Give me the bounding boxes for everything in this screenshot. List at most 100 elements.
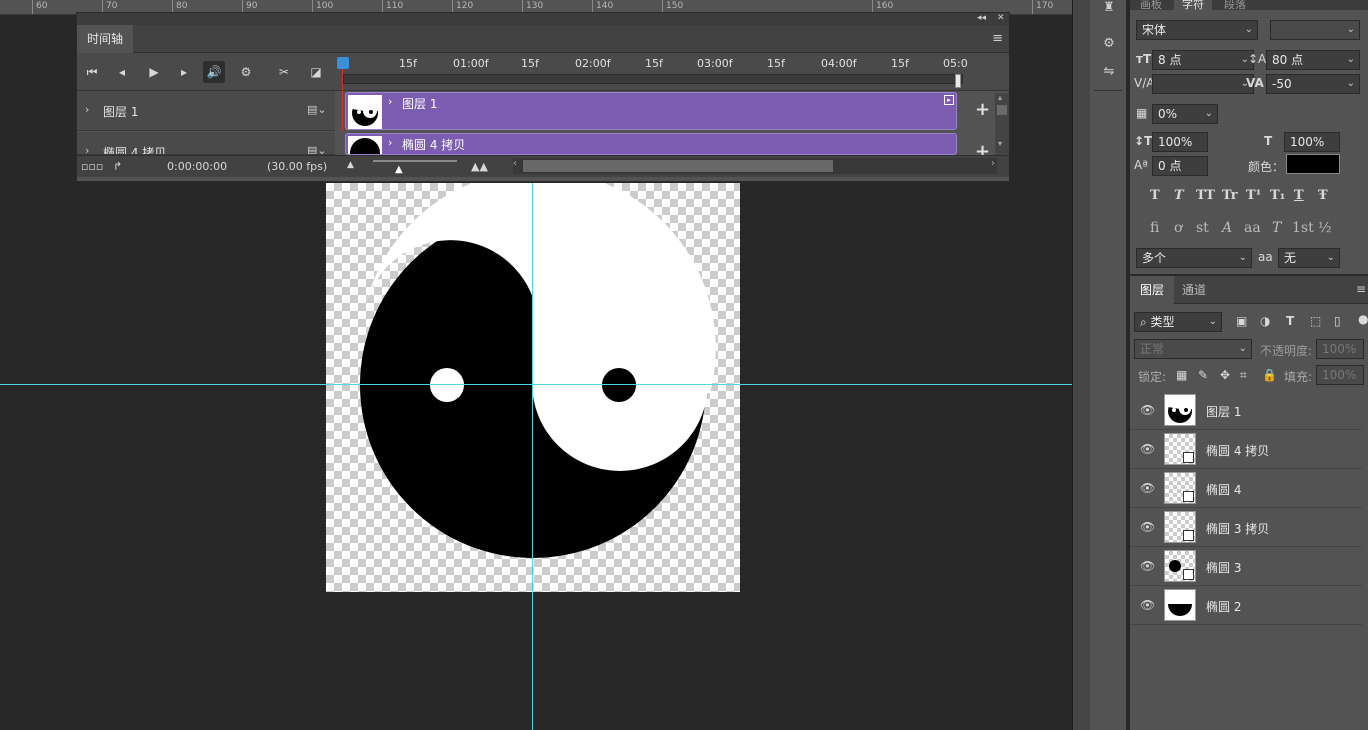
faux-bold-button[interactable]: T: [1150, 188, 1160, 203]
text-color-swatch[interactable]: [1286, 154, 1340, 174]
go-to-first-frame-icon[interactable]: ⏮: [81, 61, 103, 83]
font-size-field[interactable]: 8 点 ⌄: [1152, 50, 1254, 70]
transition-icon[interactable]: ◪: [305, 61, 327, 83]
horizontal-guide[interactable]: [0, 384, 1072, 385]
work-area-bar[interactable]: [343, 74, 963, 84]
film-icon[interactable]: ▤⌄: [307, 144, 327, 154]
frame-animation-icon[interactable]: ▫▫▫: [81, 160, 103, 173]
strikethrough-button[interactable]: Ŧ: [1318, 188, 1328, 203]
chevron-right-icon[interactable]: ›: [85, 103, 89, 116]
image-filter-icon[interactable]: ▣: [1236, 314, 1247, 328]
chevron-right-icon[interactable]: ›: [85, 144, 89, 154]
timeline-horizontal-scrollbar[interactable]: ‹ ›: [513, 158, 997, 174]
layer-row[interactable]: 👁 图层 1: [1130, 391, 1362, 430]
eye-icon[interactable]: 👁: [1140, 559, 1155, 573]
all-caps-button[interactable]: TT: [1196, 188, 1215, 203]
scissors-icon[interactable]: ✂: [273, 61, 295, 83]
eye-icon[interactable]: 👁: [1140, 598, 1155, 612]
add-media-icon[interactable]: +: [975, 99, 990, 120]
zoom-slider[interactable]: [373, 160, 457, 162]
menu-icon[interactable]: ≡: [1356, 282, 1366, 296]
stylistic-alternates-button[interactable]: aa: [1244, 220, 1261, 236]
zoom-in-icon[interactable]: ▲▲: [471, 160, 488, 173]
zoom-out-icon[interactable]: ▲: [347, 160, 354, 170]
menu-icon[interactable]: ≡: [992, 31, 1003, 46]
antialias-select[interactable]: 无 ⌄: [1278, 248, 1340, 268]
font-style-select[interactable]: ⌄: [1270, 20, 1360, 40]
lock-position-icon[interactable]: ✥: [1220, 368, 1230, 382]
smart-object-filter-icon[interactable]: ▯: [1334, 314, 1341, 328]
baseline-shift-field[interactable]: 0 点: [1152, 156, 1208, 176]
lock-transparency-icon[interactable]: ▦: [1176, 368, 1187, 382]
adjustments-icon[interactable]: ⚙: [1098, 36, 1120, 56]
timeline-panel-titlebar[interactable]: ◂◂ ✕: [77, 13, 1009, 25]
playhead-handle[interactable]: [337, 57, 349, 69]
timeline-clip[interactable]: › 图层 1 ▸: [345, 92, 957, 130]
type-filter-icon[interactable]: T: [1286, 314, 1294, 328]
clip-options-icon[interactable]: ▸: [944, 95, 954, 105]
tab-layers[interactable]: 图层: [1130, 276, 1175, 304]
previous-frame-icon[interactable]: ◂: [111, 61, 133, 83]
adjustment-filter-icon[interactable]: ◑: [1260, 314, 1270, 328]
opacity-field[interactable]: 100%: [1316, 339, 1364, 359]
shape-filter-icon[interactable]: ⬚: [1310, 314, 1321, 328]
vertical-scale-field[interactable]: 100%: [1152, 132, 1208, 152]
zoom-slider-thumb[interactable]: ▲: [395, 164, 403, 175]
layer-row[interactable]: 👁 椭圆 3 拷贝: [1130, 508, 1362, 547]
layer-row[interactable]: 👁 椭圆 2: [1130, 586, 1362, 625]
tab-artboard[interactable]: 画板: [1140, 0, 1162, 12]
eye-icon[interactable]: 👁: [1140, 481, 1155, 495]
underline-button[interactable]: T: [1294, 188, 1304, 203]
leading-field[interactable]: 80 点 ⌄: [1266, 50, 1360, 70]
ordinals-button[interactable]: 1st: [1292, 220, 1314, 236]
chevron-right-icon[interactable]: ›: [388, 136, 392, 149]
fill-field[interactable]: 100%: [1316, 365, 1364, 385]
next-frame-icon[interactable]: ▸: [173, 61, 195, 83]
superscript-button[interactable]: T¹: [1246, 188, 1261, 203]
language-select[interactable]: 多个 ⌄: [1136, 248, 1252, 268]
timeline-ruler[interactable]: 15f 01:00f 15f 02:00f 15f 03:00f 15f 04:…: [335, 53, 1009, 131]
swash-button[interactable]: A: [1222, 220, 1232, 236]
layer-row[interactable]: 👁 椭圆 4 拷贝: [1130, 430, 1362, 469]
tab-character[interactable]: 字符: [1174, 0, 1212, 12]
tab-channels[interactable]: 通道: [1172, 276, 1216, 304]
font-family-select[interactable]: 宋体 ⌄: [1136, 20, 1258, 40]
ligatures-button[interactable]: fi: [1150, 220, 1159, 236]
titling-alternates-button[interactable]: T: [1272, 220, 1281, 236]
collapse-icon[interactable]: ◂◂: [977, 13, 986, 23]
tab-timeline[interactable]: 时间轴: [77, 25, 134, 53]
brush-panel-icon[interactable]: ♜: [1098, 0, 1120, 20]
kerning-field[interactable]: ⌄: [1152, 74, 1254, 94]
eye-icon[interactable]: 👁: [1140, 520, 1155, 534]
timeline-clip[interactable]: › 椭圆 4 拷贝: [345, 133, 957, 155]
discretionary-ligatures-button[interactable]: st: [1196, 220, 1209, 236]
blend-mode-select[interactable]: 正常 ⌄: [1134, 339, 1252, 359]
play-icon[interactable]: ▶: [143, 61, 165, 83]
timeline-vertical-scrollbar[interactable]: ▴ ▾: [995, 93, 1009, 155]
eye-icon[interactable]: 👁: [1140, 403, 1155, 417]
eye-icon[interactable]: 👁: [1140, 442, 1155, 456]
subscript-button[interactable]: T₁: [1270, 188, 1285, 203]
tracking-field[interactable]: -50 ⌄: [1266, 74, 1360, 94]
close-icon[interactable]: ✕: [997, 13, 1005, 23]
filter-toggle-icon[interactable]: ●: [1358, 312, 1368, 326]
lock-all-icon[interactable]: 🔒: [1262, 368, 1277, 382]
work-area-end-handle[interactable]: [955, 74, 961, 88]
document-canvas[interactable]: [326, 170, 740, 592]
audio-icon[interactable]: 🔊: [203, 61, 225, 83]
scrollbar-thumb[interactable]: [523, 160, 833, 172]
faux-italic-button[interactable]: T: [1174, 188, 1184, 203]
chevron-right-icon[interactable]: ›: [388, 95, 392, 108]
layer-filter-select[interactable]: ⌕ 类型 ⌄: [1134, 312, 1222, 332]
tab-paragraph[interactable]: 段落: [1224, 0, 1246, 12]
film-icon[interactable]: ▤⌄: [307, 103, 327, 116]
timeline-layer-row[interactable]: › 椭圆 4 拷贝 ▤⌄: [77, 132, 335, 155]
old-style-button[interactable]: ơ: [1174, 220, 1182, 236]
layer-row[interactable]: 👁 椭圆 3: [1130, 547, 1362, 586]
history-icon[interactable]: ⇋: [1098, 64, 1120, 84]
horizontal-scale-field[interactable]: 100%: [1284, 132, 1340, 152]
tsume-field[interactable]: 0% ⌄: [1152, 104, 1218, 124]
settings-gear-icon[interactable]: ⚙: [235, 61, 257, 83]
small-caps-button[interactable]: Tr: [1222, 188, 1238, 203]
timeline-layer-row[interactable]: › 图层 1 ▤⌄: [77, 91, 335, 131]
